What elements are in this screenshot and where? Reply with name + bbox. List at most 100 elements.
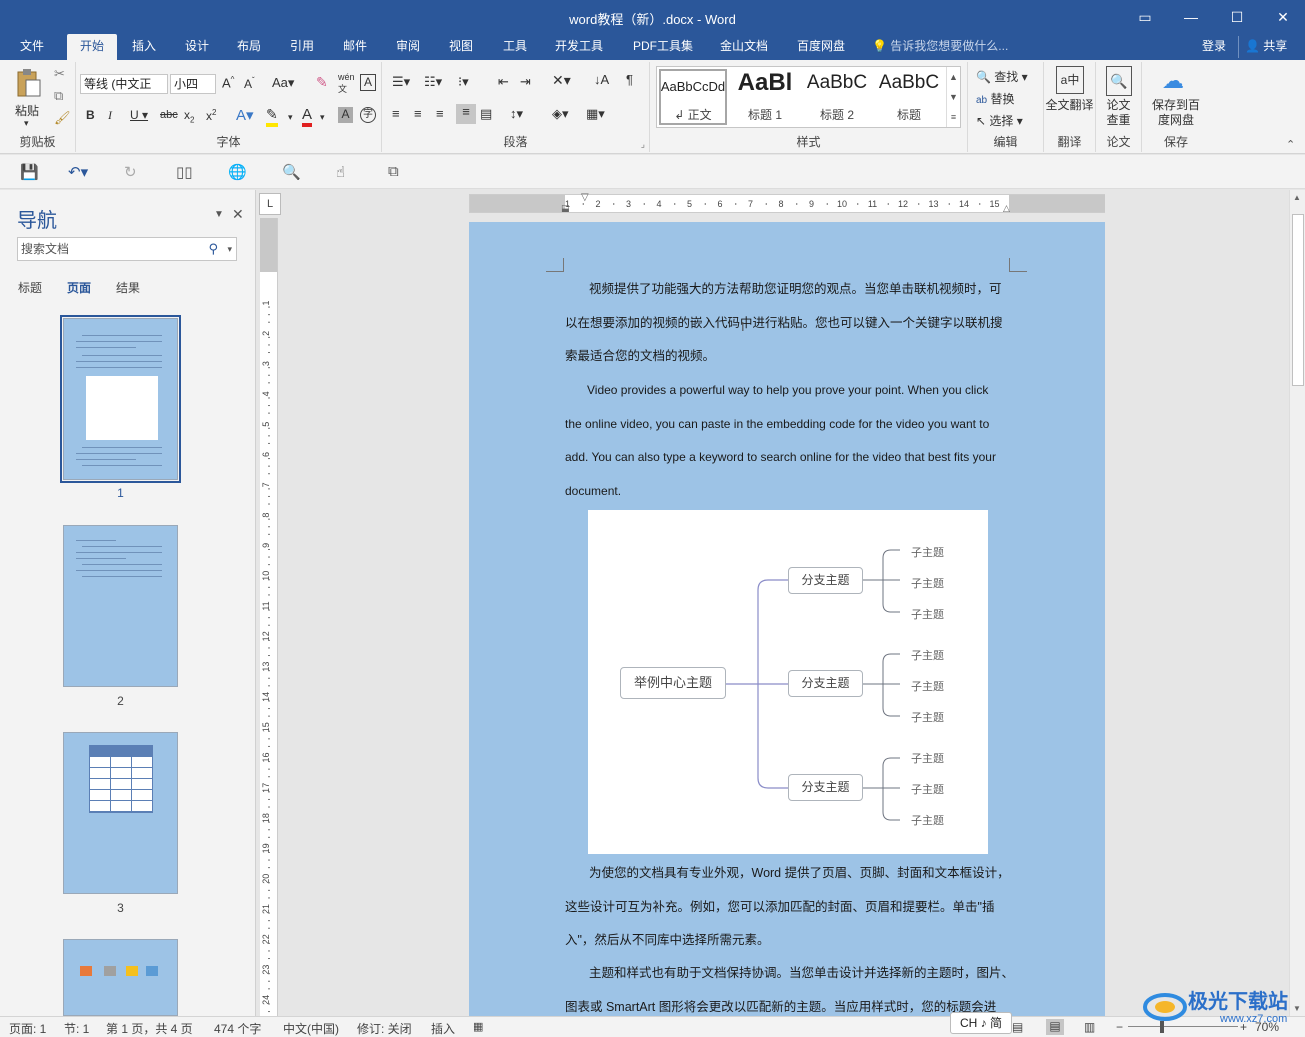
tab-tools[interactable]: 工具	[495, 34, 535, 60]
superscript-icon[interactable]: x2	[206, 108, 216, 123]
undo-icon[interactable]: ↶▾	[68, 163, 88, 181]
save-to-baidu-button[interactable]: 保存到百度网盘	[1142, 98, 1210, 128]
status-insert-mode[interactable]: 插入	[431, 1020, 455, 1037]
login-link[interactable]: 登录	[1202, 34, 1226, 58]
align-left-icon[interactable]: ≡	[392, 106, 400, 121]
style-heading-2[interactable]: AaBbC 标题 2	[801, 67, 873, 127]
format-painter-icon[interactable]: 🖌	[54, 110, 71, 126]
status-page[interactable]: 页面: 1	[9, 1020, 46, 1037]
select-button[interactable]: ↖ 选择 ▾	[976, 112, 1023, 129]
sort-icon[interactable]: ↓A	[594, 72, 609, 87]
tell-me-search[interactable]: 💡 告诉我您想要做什么...	[872, 34, 1008, 58]
bold-icon[interactable]: B	[86, 108, 95, 122]
print-preview-icon[interactable]: 🔍	[282, 163, 301, 181]
style-normal[interactable]: AaBbCcDd ↲ 正文	[657, 67, 729, 127]
mindmap-leaf-node[interactable]: 子主题	[911, 575, 944, 591]
tab-view[interactable]: 视图	[441, 34, 481, 60]
full-translate-button[interactable]: 全文翻译	[1044, 98, 1095, 113]
tab-design[interactable]: 设计	[177, 34, 217, 60]
mindmap-leaf-node[interactable]: 子主题	[911, 709, 944, 725]
right-indent-marker[interactable]: △	[1003, 203, 1010, 214]
mindmap-branch-node[interactable]: 分支主题	[788, 567, 863, 594]
bullets-icon[interactable]: ☰▾	[392, 74, 410, 90]
show-marks-icon[interactable]: ¶	[626, 72, 633, 87]
scrollbar-thumb[interactable]	[1292, 214, 1304, 386]
distributed-icon[interactable]: ▤	[480, 106, 492, 122]
save-icon[interactable]: 💾	[20, 163, 39, 181]
search-dropdown-icon[interactable]: ▾	[227, 238, 232, 260]
read-mode-icon[interactable]: ▯▯	[176, 163, 193, 181]
text-effects-icon[interactable]: A▾	[236, 106, 254, 124]
paste-dropdown-icon[interactable]: ▾	[24, 118, 29, 129]
translate-icon[interactable]: a中	[1056, 66, 1084, 94]
nav-close-icon[interactable]: ✕	[232, 206, 244, 223]
tab-references[interactable]: 引用	[282, 34, 322, 60]
strikethrough-icon[interactable]: abc	[160, 109, 178, 121]
grow-font-icon[interactable]: A^	[222, 75, 234, 90]
tab-home[interactable]: 开始	[67, 34, 117, 60]
zoom-out-icon[interactable]: −	[1116, 1020, 1123, 1034]
chinese-layout-icon[interactable]: ✕▾	[552, 72, 571, 89]
mindmap-leaf-node[interactable]: 子主题	[911, 750, 944, 766]
print-layout-view-icon[interactable]: ▤	[1046, 1019, 1064, 1035]
page-thumbnail-1[interactable]	[60, 315, 181, 483]
tab-review[interactable]: 审阅	[388, 34, 428, 60]
underline-icon[interactable]: U ▾	[130, 108, 148, 122]
tab-developer[interactable]: 开发工具	[547, 34, 611, 60]
vertical-ruler[interactable]: 1 2 3 4 5 6 7 8 9 10 11 12 13 14 15 16 17 18 19 20 21 22 23 24	[260, 218, 278, 1020]
close-button[interactable]: ✕	[1268, 6, 1298, 28]
style-title[interactable]: AaBbC 标题	[873, 67, 945, 127]
mindmap-image[interactable]: 举例中心主题 分支主题 分支主题 分支主题 子主题 子主题 子主题 子主题 子主…	[588, 510, 988, 854]
macro-record-icon[interactable]: ▦	[473, 1020, 483, 1033]
ime-indicator[interactable]: CH ♪ 简	[950, 1012, 1012, 1034]
replace-button[interactable]: ab 替换	[976, 90, 1014, 107]
nav-search-box[interactable]: 搜索文档 ⚲ ▾	[17, 237, 237, 261]
document-page[interactable]: 视频提供了功能强大的方法帮助您证明您的观点。当您单击联机视频时，可 以在想要添加…	[469, 222, 1105, 1016]
pinyin-guide-icon[interactable]: wén 文	[338, 72, 355, 95]
status-section[interactable]: 节: 1	[64, 1020, 89, 1037]
styles-gallery-scroll[interactable]: ▲ ▼ ≡	[946, 67, 960, 127]
style-heading-1[interactable]: AaBl 标题 1	[729, 67, 801, 127]
tab-baidu-netdisk[interactable]: 百度网盘	[789, 34, 853, 60]
customize-toolbar-icon[interactable]: ⧉	[388, 163, 399, 180]
tab-selector[interactable]: L	[259, 193, 281, 215]
maximize-button[interactable]: ☐	[1222, 6, 1252, 28]
find-button[interactable]: 🔍 查找 ▾	[976, 68, 1028, 85]
font-size-combo[interactable]: 小四	[170, 74, 216, 94]
page-thumbnail-4[interactable]	[63, 939, 178, 1016]
mindmap-leaf-node[interactable]: 子主题	[911, 647, 944, 663]
web-layout-view-icon[interactable]: ▥	[1084, 1020, 1095, 1034]
align-right-icon[interactable]: ≡	[436, 106, 444, 121]
italic-icon[interactable]: I	[108, 108, 112, 123]
touch-mode-icon[interactable]: ☝	[336, 163, 345, 181]
shrink-font-icon[interactable]: Aˇ	[244, 76, 255, 91]
ribbon-display-options-button[interactable]: ▭	[1130, 6, 1160, 28]
line-spacing-icon[interactable]: ↕▾	[510, 106, 523, 122]
status-word-count[interactable]: 474 个字	[214, 1020, 261, 1037]
nav-tab-headings[interactable]: 标题	[18, 279, 42, 296]
mindmap-branch-node[interactable]: 分支主题	[788, 774, 863, 801]
tab-insert[interactable]: 插入	[124, 34, 164, 60]
redo-icon[interactable]: ↻	[124, 163, 137, 181]
page-thumbnail-3[interactable]	[63, 732, 178, 894]
character-border-icon[interactable]: A	[360, 74, 376, 91]
font-name-combo[interactable]: 等线 (中文正	[80, 74, 168, 94]
thesis-check-icon[interactable]: 🔍	[1106, 66, 1132, 96]
paragraph-dialog-launcher-icon[interactable]: ⌟	[641, 139, 645, 150]
highlight-dropdown-icon[interactable]: ▾	[288, 112, 293, 123]
minimize-button[interactable]: —	[1176, 6, 1206, 28]
mindmap-leaf-node[interactable]: 子主题	[911, 606, 944, 622]
mindmap-branch-node[interactable]: 分支主题	[788, 670, 863, 697]
paragraph-2[interactable]: Video provides a powerful way to help yo…	[565, 374, 1009, 508]
character-shading-icon[interactable]: A	[338, 107, 353, 123]
tab-pdf-tools[interactable]: PDF工具集	[625, 34, 701, 60]
status-language[interactable]: 中文(中国)	[283, 1020, 339, 1037]
baidu-cloud-icon[interactable]: ☁	[1162, 68, 1184, 94]
subscript-icon[interactable]: x2	[184, 108, 194, 124]
search-icon[interactable]: ⚲	[208, 238, 218, 260]
cut-icon[interactable]: ✂	[54, 66, 65, 82]
clear-format-icon[interactable]: ✎	[316, 74, 328, 91]
nav-options-icon[interactable]: ▼	[214, 209, 224, 220]
decrease-indent-icon[interactable]: ⇤	[498, 74, 509, 90]
change-case-icon[interactable]: Aa▾	[272, 75, 294, 91]
